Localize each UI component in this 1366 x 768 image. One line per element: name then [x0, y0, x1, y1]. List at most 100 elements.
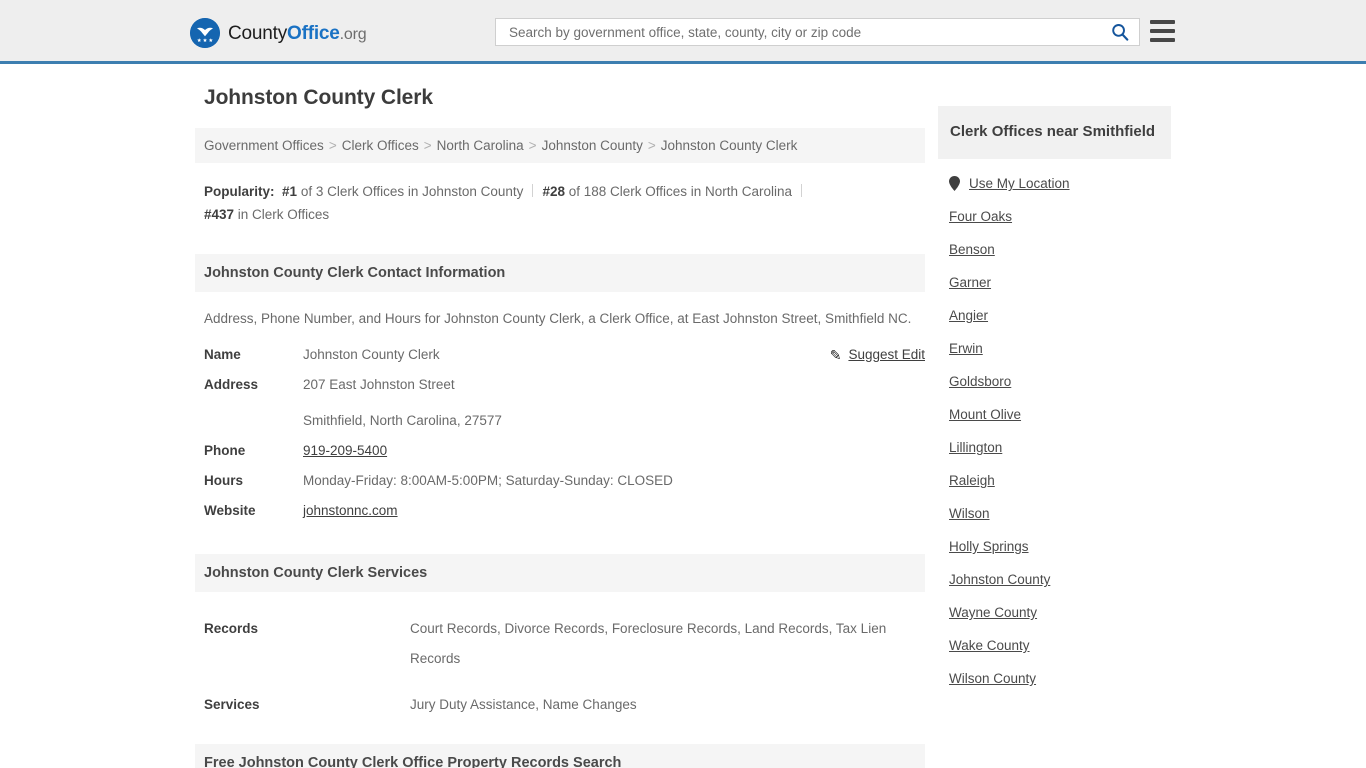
popularity-rank: #437 [204, 207, 235, 222]
sidebar-link[interactable]: Wilson [949, 506, 990, 521]
sidebar-item-wilson[interactable]: Wilson [938, 497, 1171, 530]
table-row: Name Johnston County Clerk ✎ Suggest Edit [195, 346, 925, 376]
sidebar: Clerk Offices near Smithfield Use My Loc… [938, 106, 1171, 695]
sidebar-item-goldsboro[interactable]: Goldsboro [938, 365, 1171, 398]
suggest-edit-link[interactable]: Suggest Edit [848, 347, 925, 362]
popularity-stats: Popularity: #1 of 3 Clerk Offices in Joh… [204, 180, 925, 226]
popularity-label: Popularity: [204, 184, 275, 199]
services-label-services: Services [204, 697, 260, 712]
use-my-location-link[interactable]: Use My Location [969, 176, 1070, 191]
breadcrumb-item-johnston-county-clerk[interactable]: Johnston County Clerk [661, 138, 798, 153]
sidebar-item-benson[interactable]: Benson [938, 233, 1171, 266]
search-input[interactable] [507, 19, 1109, 45]
contact-value-website: johnstonnc.com [303, 502, 925, 532]
sidebar-item-erwin[interactable]: Erwin [938, 332, 1171, 365]
breadcrumb: Government Offices > Clerk Offices > North C… [195, 128, 925, 163]
location-pin-icon [949, 176, 960, 191]
page-title: Johnston County Clerk [204, 86, 433, 109]
services-value-services: Jury Duty Assistance, Name Changes [410, 697, 637, 712]
site-header: CountyOffice.org [0, 0, 1366, 64]
contact-label-address: Address [204, 377, 259, 392]
sidebar-item-lillington[interactable]: Lillington [938, 431, 1171, 464]
sidebar-link[interactable]: Raleigh [949, 473, 995, 488]
sidebar-link[interactable]: Wilson County [949, 671, 1036, 686]
table-row: Address 207 East Johnston Street Smithfi… [195, 376, 925, 442]
sidebar-item-angier[interactable]: Angier [938, 299, 1171, 332]
breadcrumb-separator-icon: > [528, 138, 537, 153]
popularity-text: of 188 Clerk Offices in North Carolina [564, 184, 793, 199]
sidebar-link[interactable]: Erwin [949, 341, 983, 356]
sidebar-link[interactable]: Angier [949, 308, 988, 323]
contact-label-hours: Hours [204, 473, 244, 488]
breadcrumb-item-clerk-offices[interactable]: Clerk Offices [342, 138, 419, 153]
sidebar-link[interactable]: Mount Olive [949, 407, 1021, 422]
table-row: Website johnstonnc.com [195, 502, 925, 532]
search-icon [1112, 24, 1129, 41]
contact-section-heading: Johnston County Clerk Contact Informatio… [195, 254, 925, 292]
popularity-divider [801, 184, 803, 197]
sidebar-item-holly-springs[interactable]: Holly Springs [938, 530, 1171, 563]
breadcrumb-item-north-carolina[interactable]: North Carolina [437, 138, 524, 153]
services-table: Records Court Records, Divorce Records, … [195, 614, 925, 736]
sidebar-link[interactable]: Wayne County [949, 605, 1037, 620]
breadcrumb-item-johnston-county[interactable]: Johnston County [542, 138, 643, 153]
contact-section-description: Address, Phone Number, and Hours for Joh… [204, 311, 912, 326]
services-label-records: Records [204, 621, 259, 636]
search-bar[interactable] [495, 18, 1140, 46]
sidebar-link[interactable]: Wake County [949, 638, 1030, 653]
sidebar-item-wayne-county[interactable]: Wayne County [938, 596, 1171, 629]
contact-value-phone: 919-209-5400 [303, 442, 925, 472]
sidebar-nearby-list: Use My Location Four Oaks Benson Garner … [938, 167, 1171, 695]
phone-link[interactable]: 919-209-5400 [303, 443, 387, 458]
contact-label-website: Website [204, 503, 256, 518]
site-logo-text: CountyOffice.org [228, 22, 367, 44]
sidebar-link[interactable]: Four Oaks [949, 209, 1012, 224]
site-logo[interactable]: CountyOffice.org [190, 18, 367, 48]
breadcrumb-separator-icon: > [423, 138, 432, 153]
hamburger-bar [1150, 29, 1175, 33]
edit-pencil-icon: ✎ [829, 347, 842, 363]
sidebar-link[interactable]: Johnston County [949, 572, 1050, 587]
sidebar-item-four-oaks[interactable]: Four Oaks [938, 200, 1171, 233]
contact-info-table: Name Johnston County Clerk ✎ Suggest Edit… [195, 346, 925, 532]
sidebar-item-wilson-county[interactable]: Wilson County [938, 662, 1171, 695]
sidebar-link[interactable]: Benson [949, 242, 995, 257]
address-line-1: 207 East Johnston Street [303, 377, 455, 392]
breadcrumb-separator-icon: > [647, 138, 656, 153]
property-search-heading: Free Johnston County Clerk Office Proper… [195, 744, 925, 768]
sidebar-item-wake-county[interactable]: Wake County [938, 629, 1171, 662]
sidebar-link[interactable]: Garner [949, 275, 991, 290]
address-line-2: Smithfield, North Carolina, 27577 [303, 413, 502, 428]
sidebar-item-raleigh[interactable]: Raleigh [938, 464, 1171, 497]
sidebar-link[interactable]: Lillington [949, 440, 1002, 455]
search-button[interactable] [1109, 23, 1131, 41]
table-row: Records Court Records, Divorce Records, … [195, 614, 925, 690]
logo-text-county: County [228, 22, 288, 44]
website-link[interactable]: johnstonnc.com [303, 503, 398, 518]
sidebar-link[interactable]: Goldsboro [949, 374, 1011, 389]
contact-value-name: Johnston County Clerk [303, 347, 440, 362]
contact-value-hours: Monday-Friday: 8:00AM-5:00PM; Saturday-S… [303, 473, 673, 488]
countyoffice-badge-icon [190, 18, 220, 48]
suggest-edit-cell: ✎ Suggest Edit [795, 346, 925, 376]
table-row: Services Jury Duty Assistance, Name Chan… [195, 690, 925, 736]
breadcrumb-item-government-offices[interactable]: Government Offices [204, 138, 324, 153]
sidebar-link[interactable]: Holly Springs [949, 539, 1029, 554]
logo-text-office: Office [287, 22, 340, 44]
sidebar-item-mount-olive[interactable]: Mount Olive [938, 398, 1171, 431]
popularity-item-county: #1 of 3 Clerk Offices in Johnston County [282, 184, 523, 199]
contact-value-address: 207 East Johnston Street Smithfield, Nor… [303, 376, 925, 442]
sidebar-item-johnston-county[interactable]: Johnston County [938, 563, 1171, 596]
hamburger-menu-icon[interactable] [1150, 20, 1175, 42]
breadcrumb-separator-icon: > [328, 138, 337, 153]
popularity-item-state: #28 of 188 Clerk Offices in North Caroli… [542, 184, 792, 199]
contact-label-name: Name [204, 347, 241, 362]
hamburger-bar [1150, 38, 1175, 42]
sidebar-item-garner[interactable]: Garner [938, 266, 1171, 299]
popularity-text: in Clerk Offices [234, 207, 330, 222]
popularity-divider [532, 184, 534, 197]
contact-label-phone: Phone [204, 443, 246, 458]
services-section-heading: Johnston County Clerk Services [195, 554, 925, 592]
table-row: Phone 919-209-5400 [195, 442, 925, 472]
sidebar-item-use-my-location[interactable]: Use My Location [938, 167, 1171, 200]
